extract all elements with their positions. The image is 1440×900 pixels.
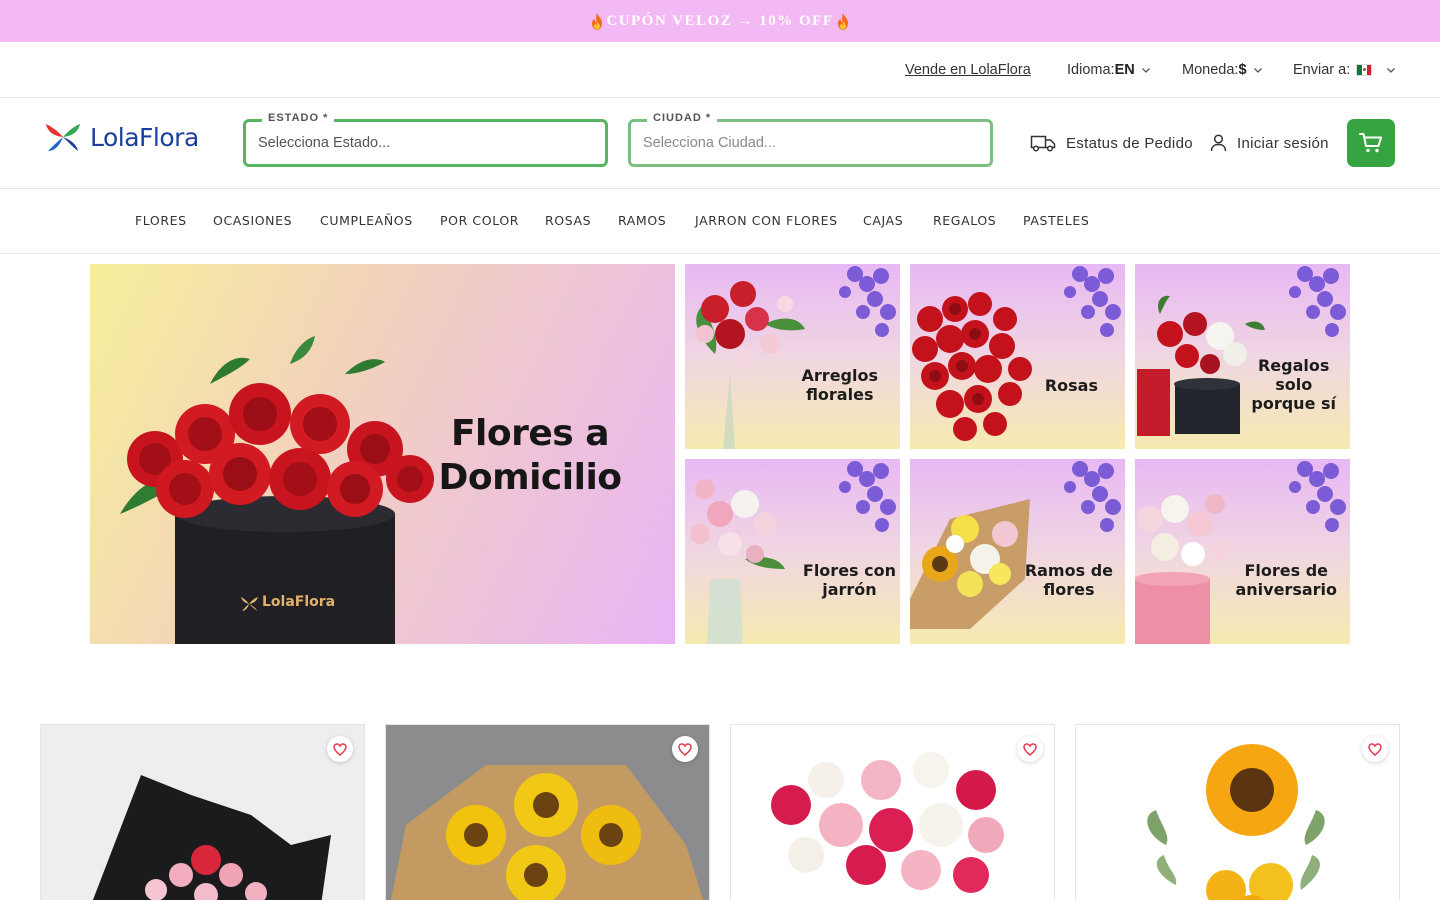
product-card[interactable] — [1075, 724, 1400, 900]
login-label: Iniciar sesión — [1237, 134, 1329, 152]
box-brand-text: LolaFlora — [262, 594, 336, 610]
hero-title-line1: Flores a — [450, 413, 610, 454]
tile-arreglos-florales[interactable]: Arreglos florales — [685, 264, 900, 449]
tile-label-line2: solo — [1275, 375, 1313, 394]
login-link[interactable]: Iniciar sesión — [1210, 128, 1329, 158]
nav-item-pasteles[interactable]: PASTELES — [1023, 189, 1089, 252]
product-card[interactable] — [385, 724, 710, 900]
product-image-sunflower-bouquet — [386, 725, 709, 900]
tile-label-line1: Rosas — [1044, 376, 1098, 395]
category-nav: FLORES OCASIONES CUMPLEAÑOS POR COLOR RO… — [0, 189, 1440, 254]
hero-banner-flores-a-domicilio[interactable]: LolaFlora Flores a Domicilio — [90, 264, 675, 644]
product-image-pink-white-arrangement — [731, 725, 1054, 900]
site-header: LolaFlora ESTADO * CIUDAD * Estatus de P… — [0, 98, 1440, 189]
anniversary-box-image — [1135, 461, 1346, 644]
heart-icon — [333, 742, 347, 756]
tile-label: Arreglos florales — [802, 366, 878, 404]
brand-name: LolaFlora — [90, 122, 199, 152]
estado-field[interactable]: ESTADO * — [243, 112, 608, 167]
language-value: EN — [1114, 62, 1135, 78]
currency-selector[interactable]: Moneda: $ — [1182, 42, 1263, 98]
heart-icon — [678, 742, 692, 756]
ship-to-label: Enviar a: — [1293, 62, 1351, 78]
product-image-sunflower-arrangement — [1076, 725, 1399, 900]
promo-banner[interactable]: CUPÓN VELOZ → 10% OFF — [590, 12, 849, 30]
wishlist-button[interactable] — [672, 736, 698, 762]
order-status-link[interactable]: Estatus de Pedido — [1030, 128, 1193, 158]
tile-flores-con-jarron[interactable]: Flores con jarrón — [685, 459, 900, 644]
ciudad-field[interactable]: CIUDAD * — [628, 112, 993, 167]
tile-label-line1: Arreglos — [801, 366, 878, 385]
sell-on-lolaflora-link[interactable]: Vende en LolaFlora — [905, 42, 1031, 98]
truck-icon — [1030, 135, 1056, 152]
hero-title: Flores a Domicilio — [400, 412, 660, 500]
mexico-flag-icon — [1356, 64, 1373, 76]
nav-item-ramos[interactable]: RAMOS — [618, 189, 666, 252]
tile-label: Flores de aniversario — [1235, 561, 1337, 599]
tile-label-line1: Ramos de — [1024, 561, 1113, 580]
utility-bar: Vende en LolaFlora Idioma: EN Moneda: $ En… — [0, 42, 1440, 98]
promo-bar[interactable]: CUPÓN VELOZ → 10% OFF — [0, 0, 1440, 42]
tile-label: Regalos solo porque sí — [1251, 356, 1336, 413]
currency-value: $ — [1238, 62, 1247, 78]
roses-image — [912, 266, 1121, 441]
estado-input[interactable] — [258, 122, 588, 164]
tile-label-line2: florales — [806, 385, 874, 404]
nav-item-flores[interactable]: FLORES — [135, 189, 187, 252]
product-image-black-bouquet — [41, 725, 364, 900]
heart-icon — [1023, 742, 1037, 756]
tile-flores-de-aniversario[interactable]: Flores de aniversario — [1135, 459, 1350, 644]
tile-label: Ramos de flores — [1025, 561, 1113, 599]
tile-label-line2: aniversario — [1235, 580, 1337, 599]
fire-icon — [592, 12, 603, 30]
tile-label: Flores con jarrón — [803, 561, 896, 599]
chevron-down-icon — [1253, 68, 1262, 73]
product-card[interactable] — [730, 724, 1055, 900]
brand-logo[interactable]: LolaFlora — [44, 120, 199, 154]
tile-label: Rosas — [1045, 376, 1098, 395]
wishlist-button[interactable] — [327, 736, 353, 762]
bouquet-image — [910, 461, 1121, 629]
nav-item-ocasiones[interactable]: OCASIONES — [213, 189, 292, 252]
wishlist-button[interactable] — [1362, 736, 1388, 762]
tile-rosas[interactable]: Rosas — [910, 264, 1125, 449]
floral-arrangement-image — [696, 266, 896, 449]
nav-item-regalos[interactable]: REGALOS — [933, 189, 996, 252]
tile-regalos-solo-porque-si[interactable]: Regalos solo porque sí — [1135, 264, 1350, 449]
wishlist-button[interactable] — [1017, 736, 1043, 762]
nav-item-rosas[interactable]: ROSAS — [545, 189, 591, 252]
chevron-down-icon — [1387, 68, 1396, 73]
tile-label-line2: jarrón — [822, 580, 877, 599]
currency-label: Moneda: — [1182, 62, 1239, 78]
tile-label-line3: porque sí — [1251, 394, 1336, 413]
cart-button[interactable] — [1347, 119, 1395, 167]
hero-title-line2: Domicilio — [438, 457, 622, 498]
ship-to-selector[interactable]: Enviar a: — [1293, 42, 1396, 98]
lolaflora-logo-icon — [46, 124, 80, 151]
ciudad-input[interactable] — [643, 122, 973, 164]
language-label: Idioma: — [1067, 62, 1115, 78]
chevron-down-icon — [1141, 68, 1150, 73]
tile-ramos-de-flores[interactable]: Ramos de flores — [910, 459, 1125, 644]
nav-item-cumpleanos[interactable]: CUMPLEAÑOS — [320, 189, 413, 252]
nav-item-jarron-con-flores[interactable]: JARRON CON FLORES — [695, 189, 838, 252]
product-card[interactable] — [40, 724, 365, 900]
user-icon — [1210, 134, 1227, 152]
promo-text: CUPÓN VELOZ → 10% OFF — [606, 12, 834, 29]
tile-label-line1: Regalos — [1257, 356, 1330, 375]
cart-icon — [1359, 133, 1382, 153]
order-status-label: Estatus de Pedido — [1066, 134, 1193, 152]
tile-label-line2: flores — [1043, 580, 1095, 599]
tile-label-line1: Flores de — [1244, 561, 1328, 580]
language-selector[interactable]: Idioma: EN — [1067, 42, 1151, 98]
heart-icon — [1368, 742, 1382, 756]
vase-flowers-image — [690, 461, 896, 644]
tile-label-line1: Flores con — [802, 561, 896, 580]
nav-item-cajas[interactable]: CAJAS — [863, 189, 903, 252]
fire-icon — [837, 12, 848, 30]
nav-item-por-color[interactable]: POR COLOR — [440, 189, 519, 252]
